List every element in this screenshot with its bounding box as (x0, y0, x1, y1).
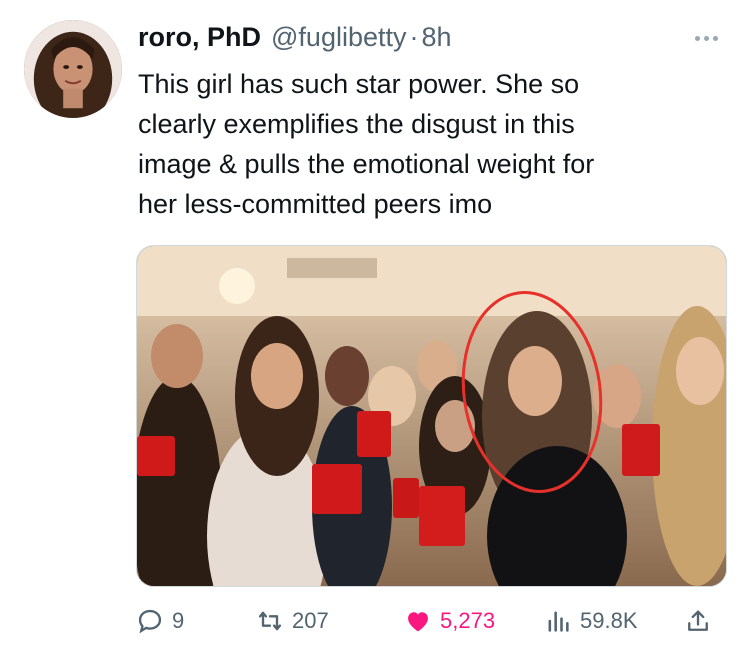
tweet-text-line: her less-committed peers imo (138, 189, 493, 219)
more-options-icon[interactable] (688, 26, 724, 50)
tweet-header: roro, PhD @fuglibetty · 8h (138, 22, 678, 62)
tweet-text: This girl has such star power. She so cl… (138, 64, 718, 224)
tweet-text-line: This girl has such star power. She so (138, 69, 580, 99)
retweet-icon (258, 611, 282, 631)
reply-icon (138, 609, 162, 634)
views-icon (548, 611, 569, 632)
author-avatar[interactable] (24, 20, 122, 118)
like-count: 5,273 (440, 608, 496, 633)
tweet-text-line: image & pulls the emotional weight for (138, 149, 595, 179)
author-display-name[interactable]: roro, PhD (138, 22, 261, 53)
party-photo (137, 246, 726, 586)
tweet-text-line: clearly exemplifies the disgust in this (138, 109, 575, 139)
views-count: 59.8K (580, 608, 638, 633)
heart-icon (408, 612, 428, 632)
retweet-button[interactable]: 207 (256, 600, 329, 642)
reply-count: 9 (172, 608, 185, 633)
avatar-photo (24, 20, 122, 118)
retweet-count: 207 (292, 608, 329, 633)
share-button[interactable] (684, 600, 712, 642)
share-icon (688, 610, 708, 631)
author-handle[interactable]: @fuglibetty (271, 22, 406, 53)
tweet-action-bar: 9 207 5,273 59.8K (136, 600, 726, 642)
like-button[interactable]: 5,273 (404, 600, 495, 642)
reply-button[interactable]: 9 (136, 600, 184, 642)
views-button[interactable]: 59.8K (544, 600, 638, 642)
header-separator: · (409, 22, 419, 52)
tweet-media-photo[interactable] (136, 245, 727, 587)
tweet-timestamp[interactable]: 8h (422, 22, 452, 53)
